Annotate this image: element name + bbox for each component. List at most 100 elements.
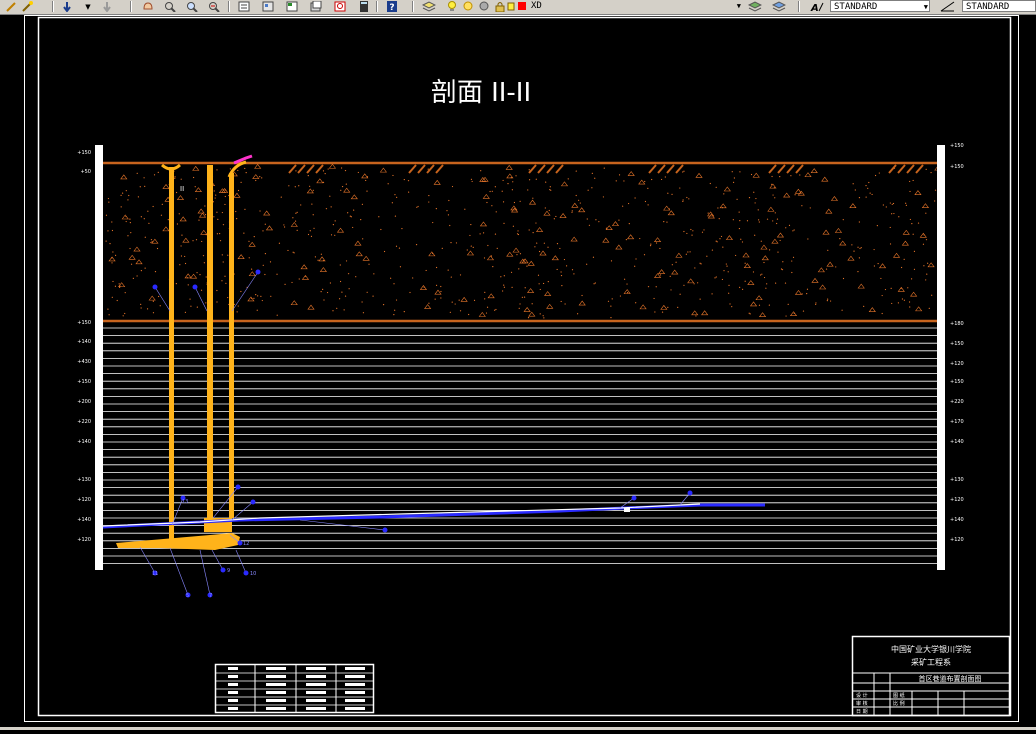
callout-label: 7	[209, 593, 212, 599]
callout-leader	[154, 286, 171, 312]
chevron-down-icon[interactable]: ▼	[84, 0, 92, 13]
right-elevation-ruler	[937, 145, 945, 570]
legend-swatch	[266, 667, 286, 670]
left-elevation-label: +150	[77, 150, 91, 156]
legend-swatch	[228, 707, 238, 710]
callout-leader	[139, 546, 156, 574]
right-elevation-label: +120	[950, 537, 964, 543]
callout-dot	[235, 484, 241, 490]
left-elevation-label: +130	[77, 477, 91, 483]
markup-icon[interactable]	[332, 0, 348, 13]
legend-swatch	[306, 667, 326, 670]
layer-prev-icon[interactable]	[506, 0, 516, 13]
callout-label: 13	[182, 499, 188, 505]
drawing-svg: 剖面 II-II +150 +50 +150 +140 +430 +150 +200 +220…	[24, 15, 1019, 722]
properties-icon[interactable]	[236, 0, 252, 13]
legend-swatch	[345, 667, 365, 670]
legend-swatch	[345, 699, 365, 702]
dim-style-icon[interactable]	[938, 0, 958, 13]
title-block: 中国矿业大学银川学院 采矿工程系 首区巷道布置剖面图 设 计 图 纸审 核 比 例日…	[851, 635, 1011, 717]
legend-swatch	[306, 683, 326, 686]
title-block-cell: 日 期	[856, 709, 868, 715]
legend-swatch	[306, 675, 326, 678]
legend-swatch	[266, 683, 286, 686]
calculator-icon[interactable]	[356, 0, 372, 13]
layer-manager-icon[interactable]	[746, 0, 764, 13]
org-line1: 中国矿业大学银川学院	[891, 644, 971, 654]
zoom-realtime-icon[interactable]	[162, 0, 178, 13]
right-elevation-label: +150	[950, 143, 964, 149]
right-elevation-labels: +150 +150 +180 +150 +120 +150 +220 +170 +140 +130…	[950, 143, 964, 543]
lock-icon[interactable]	[494, 0, 506, 13]
pan-hand-icon[interactable]	[140, 0, 156, 13]
legend-swatch	[266, 691, 286, 694]
left-elevation-label: +50	[80, 169, 91, 175]
sun-icon[interactable]	[462, 0, 474, 13]
sheet-set-icon[interactable]	[308, 0, 324, 13]
right-elevation-label: +120	[950, 361, 964, 367]
left-elevation-label: +120	[77, 497, 91, 503]
dim-style-dropdown[interactable]: STANDARD	[962, 0, 1036, 12]
callout-leader	[194, 286, 208, 312]
left-elevation-label: +120	[77, 537, 91, 543]
callout-dot	[192, 284, 198, 290]
left-elevation-label: +140	[77, 339, 91, 345]
callout-leader	[231, 501, 254, 521]
left-elevation-label: +200	[77, 399, 91, 405]
text-style-value: STANDARD	[834, 2, 878, 12]
layer-dropdown[interactable]: XD ▼	[528, 0, 742, 12]
color-swatch-icon[interactable]	[516, 0, 528, 13]
callout-label: 11	[152, 571, 158, 577]
text-style-icon[interactable]: A	[808, 0, 826, 13]
legend-swatch	[345, 675, 365, 678]
legend-swatch	[228, 691, 238, 694]
callout-leader	[169, 547, 189, 596]
left-elevation-label: +430	[77, 359, 91, 365]
dim-style-value: STANDARD	[966, 2, 1010, 12]
left-elevation-label: +150	[77, 320, 91, 326]
callout-dot	[382, 527, 388, 533]
help-icon[interactable]: ?	[384, 0, 400, 13]
drawing-title: 剖面 II-II	[431, 78, 531, 108]
legend-swatch	[266, 707, 286, 710]
callout-dot	[220, 567, 226, 573]
brush-icon[interactable]	[20, 0, 34, 13]
legend-swatch	[228, 667, 238, 670]
layer-name: XD	[531, 1, 542, 11]
bulb-icon[interactable]	[446, 0, 458, 13]
left-elevation-label: +140	[77, 517, 91, 523]
zoom-window-icon[interactable]	[184, 0, 200, 13]
legend-swatch	[228, 683, 238, 686]
layer-prev-icon[interactable]	[770, 0, 788, 13]
text-style-dropdown[interactable]: STANDARD ▼	[830, 0, 930, 12]
left-elevation-label: +220	[77, 419, 91, 425]
legend-swatch	[306, 707, 326, 710]
redo-icon[interactable]	[100, 0, 114, 13]
callout-leader	[231, 271, 259, 312]
callout-dot	[152, 284, 158, 290]
title-block-cell: 比 例	[893, 700, 905, 707]
title-block-rows: 设 计 图 纸审 核 比 例日 期	[856, 692, 905, 715]
callout-dot	[237, 540, 243, 546]
pencil-icon[interactable]	[4, 0, 18, 13]
title-block-cell: 设 计	[856, 692, 868, 699]
legend-swatch	[306, 699, 326, 702]
layer-state-icon[interactable]	[478, 0, 490, 13]
callout-label: 5	[186, 593, 189, 599]
design-center-icon[interactable]	[260, 0, 276, 13]
callout-dot	[243, 570, 249, 576]
main-shaft	[161, 163, 181, 547]
title-block-cell: 图 纸	[893, 692, 905, 699]
callout-leader	[199, 549, 211, 596]
layer-manager-icon[interactable]	[420, 0, 438, 13]
drawing-canvas[interactable]: 剖面 II-II +150 +50 +150 +140 +430 +150 +200 +220…	[0, 15, 1036, 730]
tool-palette-icon[interactable]	[284, 0, 300, 13]
zoom-previous-icon[interactable]	[206, 0, 222, 13]
right-elevation-label: +120	[950, 497, 964, 503]
right-elevation-label: +150	[950, 341, 964, 347]
main-roadway	[102, 503, 765, 529]
undo-icon[interactable]	[60, 0, 74, 13]
right-elevation-label: +180	[950, 321, 964, 327]
legend-swatch	[228, 675, 238, 678]
legend-table	[214, 663, 375, 714]
